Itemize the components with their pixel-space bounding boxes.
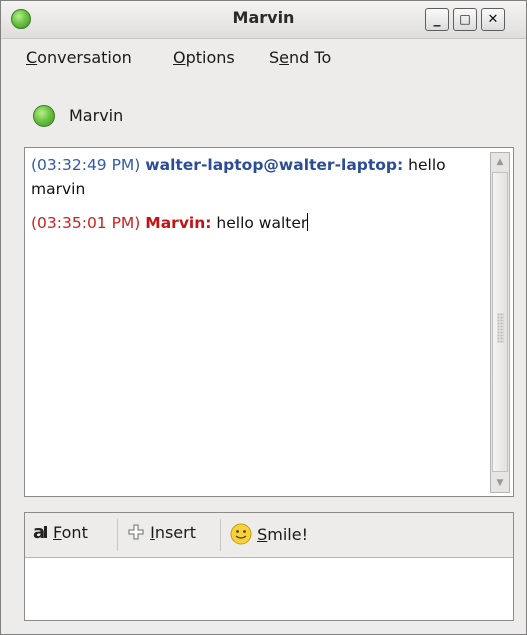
message-sender: walter-laptop@walter-laptop: (145, 156, 404, 174)
insert-button[interactable]: Insert (127, 523, 196, 547)
menu-bar: Conversation Options Send To (1, 39, 526, 75)
message-entry[interactable] (25, 558, 513, 620)
message-item: (03:35:01 PM) Marvin: hello walter (31, 211, 481, 235)
scroll-down-icon[interactable]: ▼ (493, 476, 507, 490)
menu-send-to-accel: e (279, 48, 289, 67)
conversation-window: Marvin _ □ ✕ Conversation Options Send T… (0, 0, 527, 635)
menu-send-to[interactable]: Send To (269, 48, 331, 67)
message-time: (03:32:49 PM) (31, 156, 141, 174)
font-icon: a (33, 522, 47, 543)
text-cursor (307, 213, 309, 231)
buddy-status-icon (33, 105, 55, 127)
format-toolbar: a Font Insert Smile! (25, 513, 513, 558)
maximize-button[interactable]: □ (453, 8, 477, 31)
menu-options[interactable]: Options (173, 48, 235, 67)
message-sender: Marvin: (145, 214, 212, 232)
menu-send-to-label: nd To (289, 48, 332, 67)
menu-send-to-prefix: S (269, 48, 280, 67)
close-button[interactable]: ✕ (481, 8, 505, 31)
grip-icon (497, 313, 504, 343)
minimize-button[interactable]: _ (425, 8, 449, 31)
message-text: hello walter (216, 214, 308, 232)
scroll-up-icon[interactable]: ▲ (493, 155, 507, 169)
scroll-thumb[interactable] (492, 172, 508, 472)
insert-icon (128, 524, 144, 540)
message-list: (03:32:49 PM) walter-laptop@walter-lapto… (31, 153, 481, 235)
smile-button[interactable]: Smile! (230, 523, 308, 547)
smiley-icon (230, 523, 252, 545)
menu-conversation-accel: C (26, 48, 38, 67)
font-accel: F (53, 523, 62, 542)
font-label: ont (61, 523, 88, 542)
menu-conversation-label: onversation (37, 48, 132, 67)
menu-options-label: ptions (185, 48, 235, 67)
font-button[interactable]: a Font (33, 522, 88, 547)
menu-conversation[interactable]: Conversation (26, 48, 132, 67)
toolbar-separator (220, 519, 221, 551)
message-composer: a Font Insert Smile! (24, 512, 514, 621)
message-time: (03:35:01 PM) (31, 214, 141, 232)
svg-text:a: a (33, 523, 45, 541)
message-item: (03:32:49 PM) walter-laptop@walter-lapto… (31, 153, 481, 201)
smile-label: mile! (267, 525, 308, 544)
contact-name: Marvin (69, 106, 124, 125)
chat-scrollbar[interactable]: ▲ ▼ (490, 152, 510, 493)
toolbar-separator (117, 519, 118, 551)
title-bar[interactable]: Marvin _ □ ✕ (1, 1, 526, 39)
menu-options-accel: O (173, 48, 186, 67)
smile-accel: S (257, 525, 268, 544)
chat-log[interactable]: (03:32:49 PM) walter-laptop@walter-lapto… (24, 147, 514, 497)
insert-label: nsert (154, 523, 196, 542)
